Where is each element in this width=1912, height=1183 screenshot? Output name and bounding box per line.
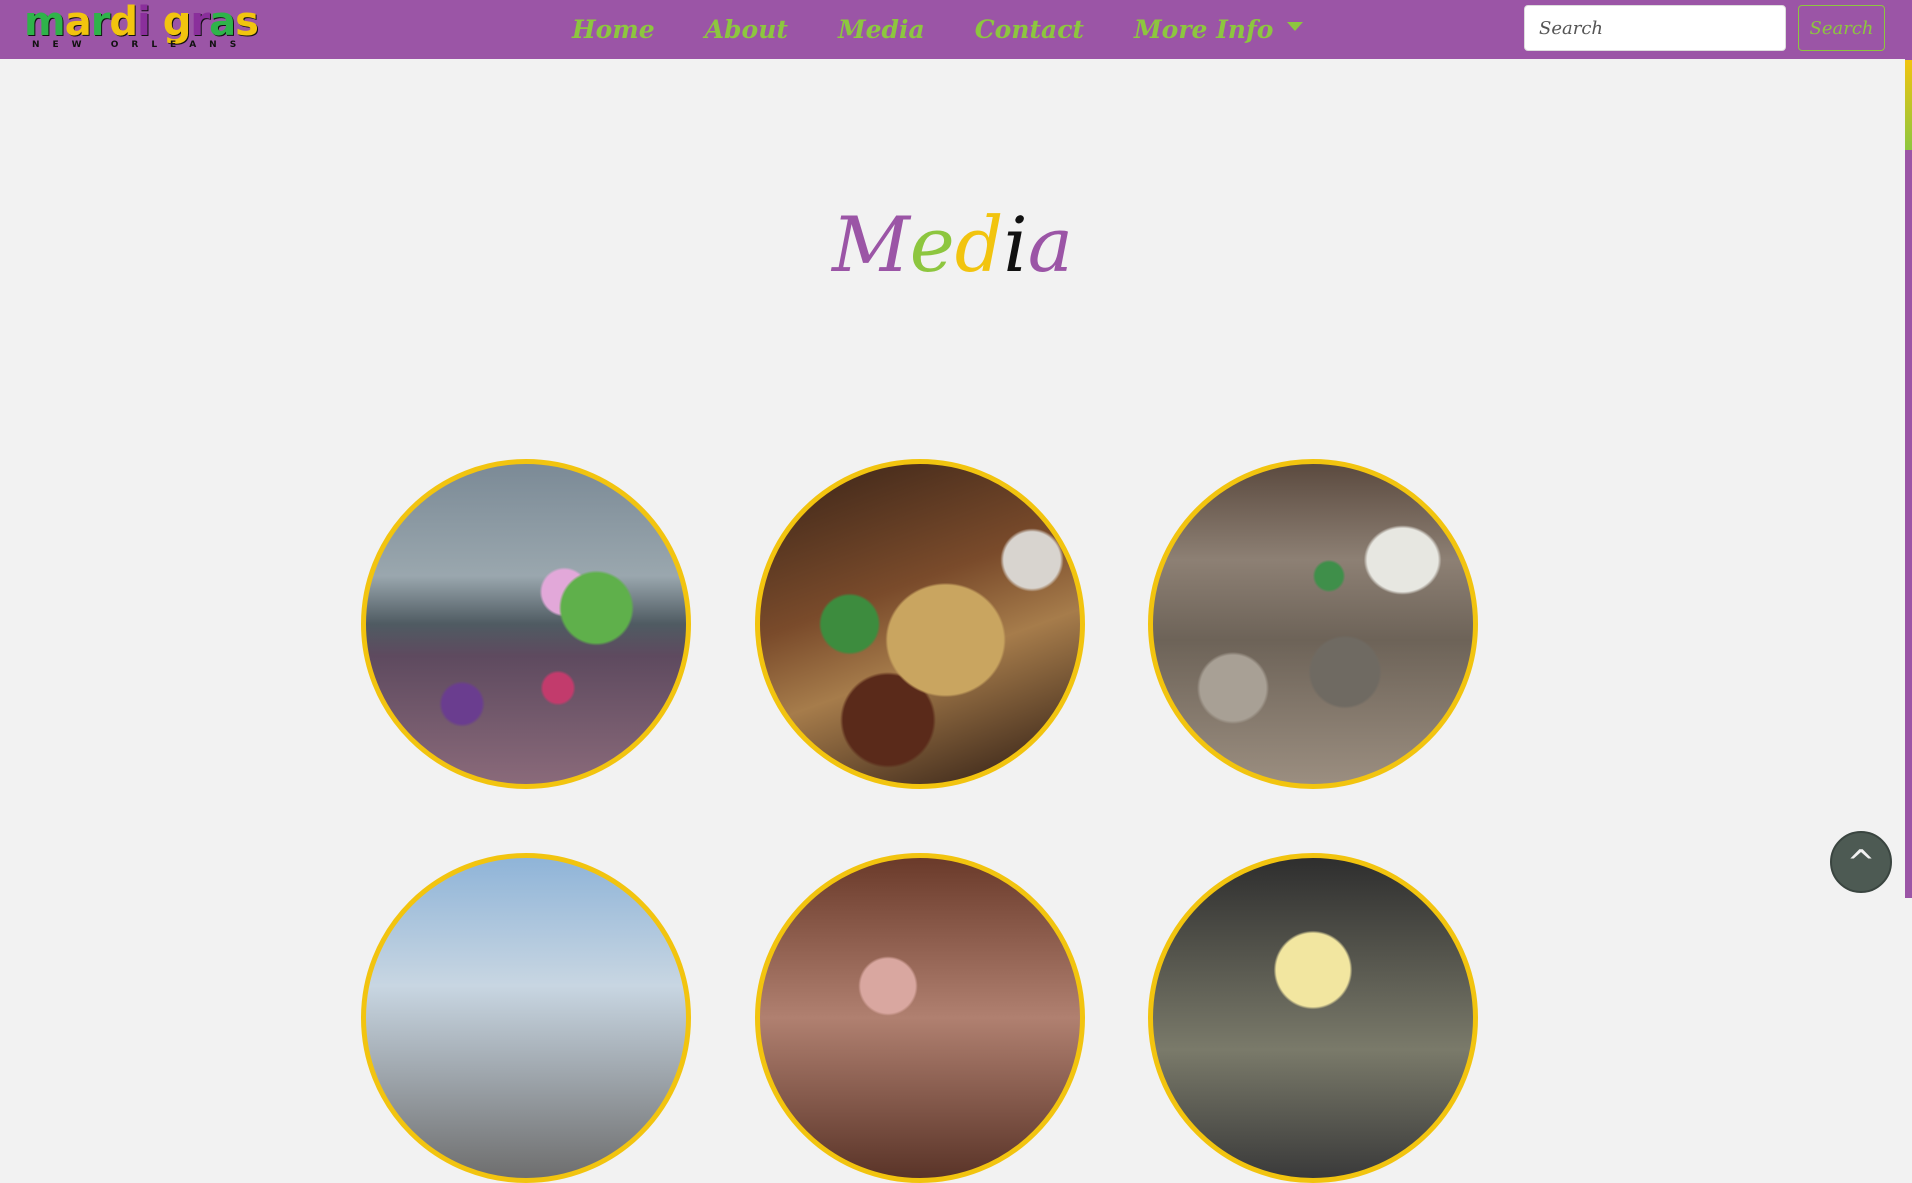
nav-link-contact[interactable]: Contact: [975, 15, 1084, 44]
page-title: Media: [831, 200, 1074, 289]
gallery-photo-street-crowd[interactable]: [1148, 459, 1478, 789]
mardi-gras-logo[interactable]: mardi gras NEW ORLEANS: [24, 0, 259, 54]
nav-link-about[interactable]: About: [705, 15, 788, 44]
gallery-photo-balcony[interactable]: [361, 853, 691, 1183]
gallery-photo-float[interactable]: [755, 853, 1085, 1183]
gallery-photo-mask[interactable]: [1148, 853, 1478, 1183]
nav-dropdown-label: More Info: [1133, 15, 1274, 44]
search-button[interactable]: Search: [1798, 5, 1885, 51]
logo-subtitle: NEW ORLEANS: [32, 40, 250, 50]
top-navbar: mardi gras NEW ORLEANS Home About Media …: [0, 0, 1905, 59]
back-to-top-button[interactable]: ^: [1830, 831, 1892, 893]
gallery-photo-costumed-reveler[interactable]: [755, 459, 1085, 789]
nav-link-home[interactable]: Home: [572, 15, 655, 44]
gallery-photo-parade-crowd[interactable]: [361, 459, 691, 789]
caret-down-icon: [1287, 22, 1304, 31]
main-nav: Home About Media Contact More Info: [572, 0, 1353, 59]
search-input[interactable]: [1524, 5, 1786, 51]
nav-link-media[interactable]: Media: [838, 15, 925, 44]
nav-dropdown-more-info[interactable]: More Info: [1133, 15, 1304, 44]
scrollbar-thumb[interactable]: [1905, 60, 1912, 150]
logo-wordmark: mardi gras: [24, 0, 259, 45]
